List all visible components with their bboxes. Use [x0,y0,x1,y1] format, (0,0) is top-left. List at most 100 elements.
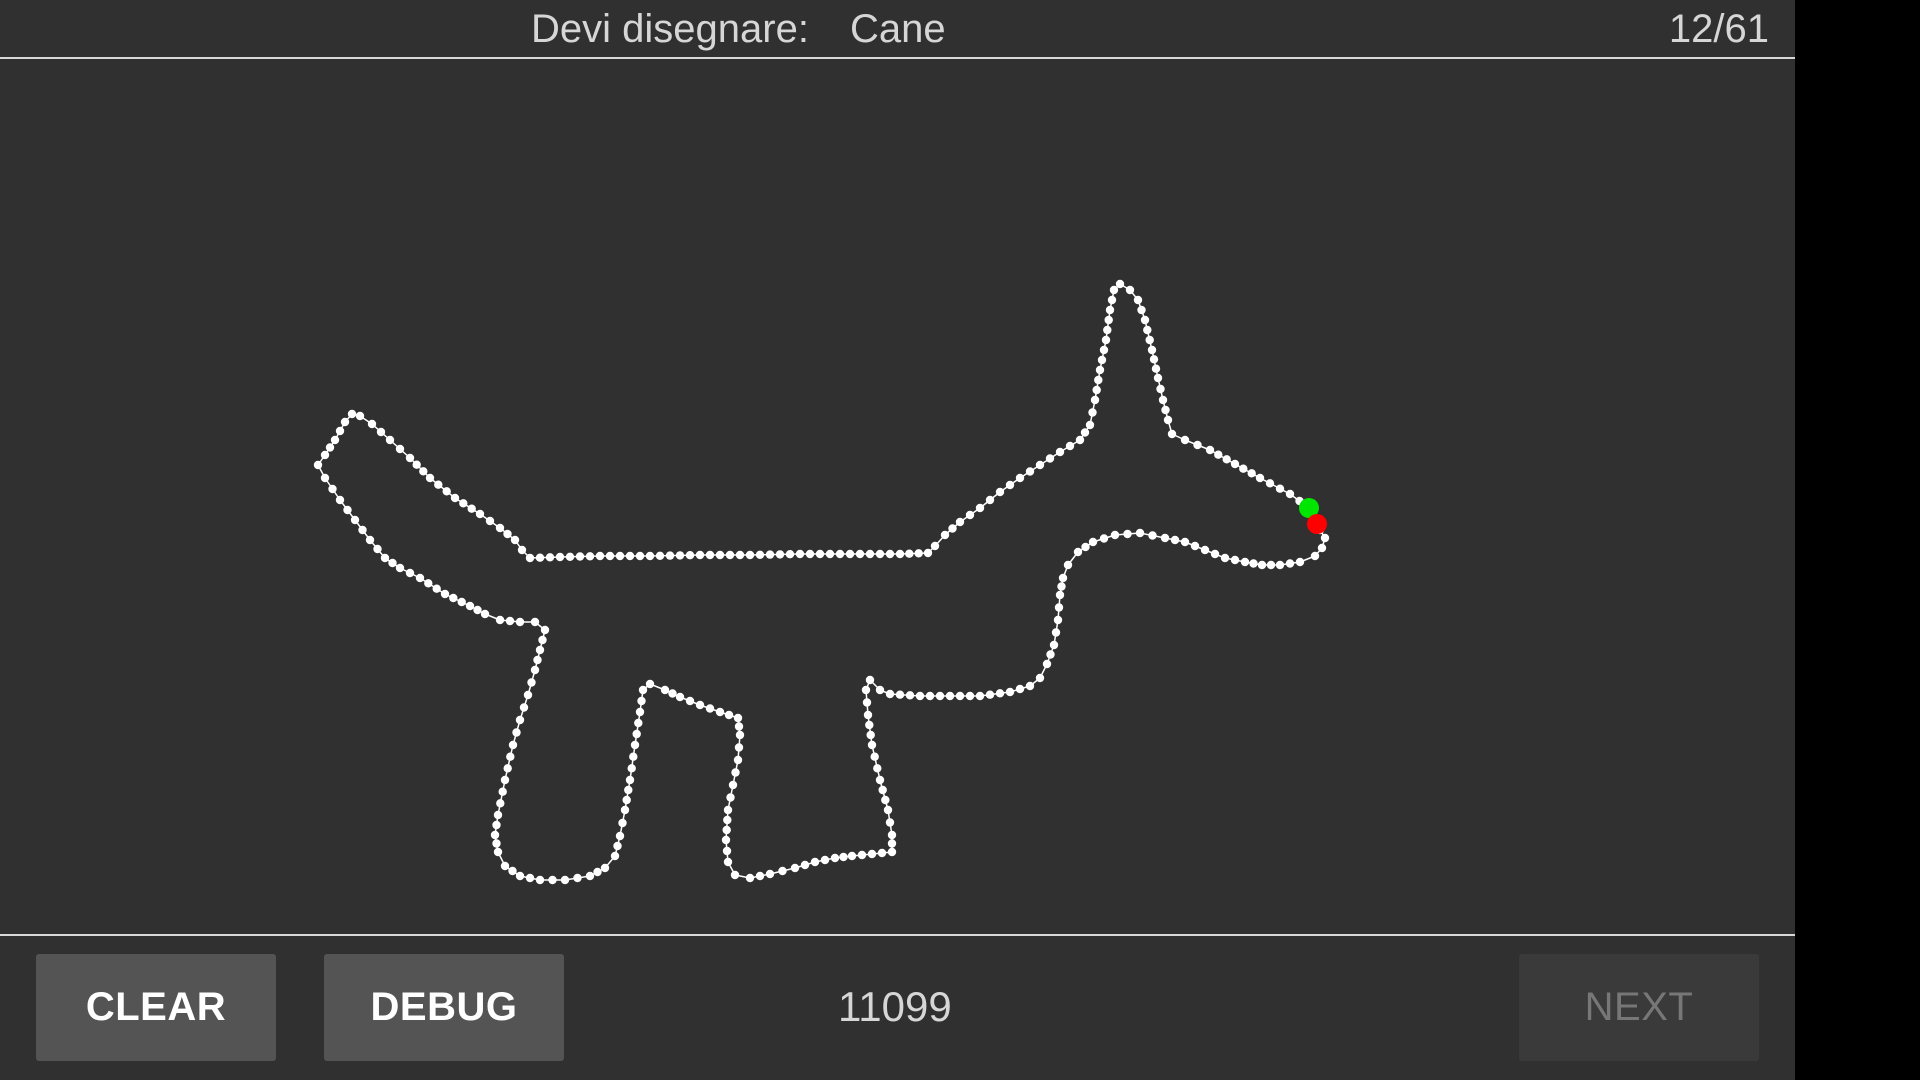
stroke-point [1049,640,1059,650]
stroke-point [810,857,820,867]
stroke-point [1220,553,1230,563]
stroke-point [825,549,835,559]
stroke-point [613,841,622,851]
stroke-point [380,553,390,563]
stroke-point [1140,315,1150,325]
stroke-point [350,515,360,525]
stroke-point [412,460,421,469]
stroke-point [1015,684,1025,694]
stroke-point [1285,489,1295,499]
stroke-point [726,793,735,802]
stroke-point [875,685,885,695]
stroke-point [923,548,933,558]
stroke-point [1015,473,1025,483]
stroke-point [1161,405,1170,415]
stroke-point [506,752,515,761]
stroke-point [1200,545,1210,555]
stroke-point [885,549,895,559]
stroke-point [512,728,521,737]
stroke-point [721,835,731,845]
bottom-divider [0,934,1795,936]
stroke-point [1239,464,1248,473]
stroke-point [881,795,890,805]
stroke-point [905,549,914,558]
stroke-point [376,427,386,437]
stroke-point [965,691,975,701]
stroke-point [425,473,435,483]
stroke-point [527,678,536,687]
stroke-point [1005,480,1015,490]
prompt-label: Devi disegnare: [531,7,809,51]
stroke-point [517,545,527,555]
stroke-point [545,553,555,562]
debug-button[interactable]: DEBUG [324,954,564,1061]
stroke-point [475,509,485,519]
stroke-point [1105,305,1115,315]
stroke-point [722,846,732,856]
stroke-point [734,722,744,731]
stroke-point [625,775,635,785]
stroke-point [940,530,950,540]
stroke-point [930,541,940,551]
stroke-point [313,460,323,470]
stroke-point [995,487,1005,497]
stroke-point [1266,560,1276,570]
stroke-point [863,710,873,720]
stroke-point [1035,673,1045,683]
stroke-point [1158,395,1168,405]
stroke-point [1180,537,1190,547]
stroke-point [1222,455,1231,464]
stroke-point [728,780,738,790]
drawing-canvas[interactable] [0,59,1795,935]
stroke-point [887,830,897,840]
stroke-point [1045,454,1055,463]
stroke-point [685,696,695,706]
stroke-point [1005,687,1015,697]
top-bar: Devi disegnare: Cane 12/61 [0,0,1795,59]
stroke-point [615,551,625,561]
stroke-point [485,516,495,526]
stroke-point [480,609,490,619]
stroke-point [1088,537,1098,547]
stroke-point [875,549,885,559]
stroke-point [367,419,377,429]
stroke-point [985,690,995,699]
stroke-point [503,764,512,773]
stroke-point [496,799,505,808]
stroke-point [847,851,857,861]
stroke-point [1103,325,1112,335]
stroke-point [730,870,740,880]
stroke-point [675,551,685,560]
stroke-point [530,617,540,627]
stroke-point [668,689,677,698]
next-button[interactable]: NEXT [1519,954,1759,1061]
stroke-point [1153,373,1163,383]
clear-button[interactable]: CLEAR [36,954,276,1061]
stroke-point [1053,615,1063,625]
stroke-point [675,692,685,702]
stroke-point [490,830,500,840]
stroke-point [565,552,575,561]
stroke-point [450,493,460,503]
stroke-point [335,495,345,505]
stroke-point [605,551,615,561]
stroke-point [1255,473,1265,483]
stroke-point [866,730,875,740]
stroke-point [805,549,815,559]
stroke-point [629,752,638,761]
stroke-point [1320,533,1330,543]
stroke-point [1133,295,1143,305]
stroke-point [432,584,441,593]
stroke-point [1051,628,1061,637]
stroke-point [1035,460,1045,470]
stroke-point [705,704,715,713]
stroke-point [395,563,405,573]
stroke-point [745,873,755,883]
stroke-point [1310,551,1320,561]
stroke-point [1230,555,1240,565]
stroke-point [830,853,840,863]
stroke-point [500,861,510,871]
stroke-point [765,550,775,559]
stroke-point [624,785,633,795]
stroke-point [755,871,765,881]
